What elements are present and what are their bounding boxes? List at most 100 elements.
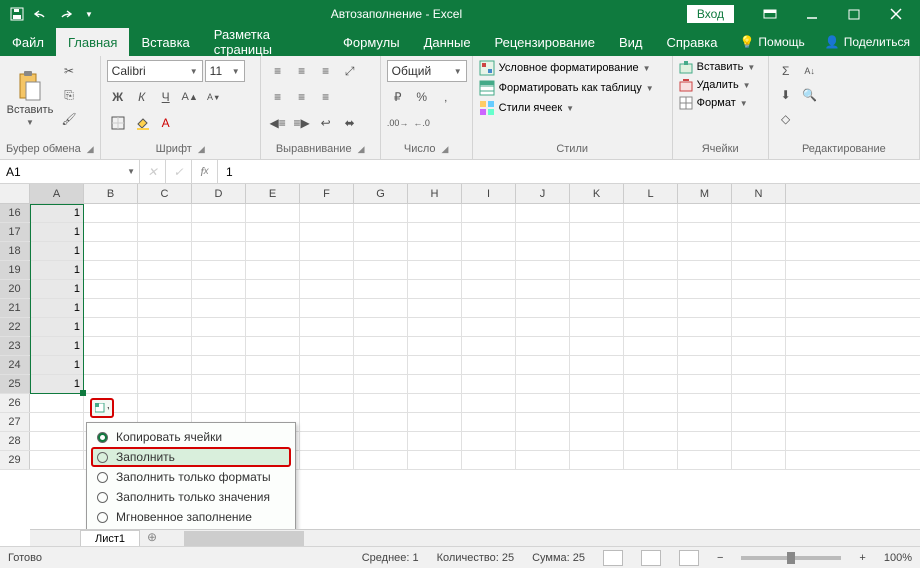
cell[interactable]	[408, 375, 462, 393]
cell[interactable]	[624, 337, 678, 355]
name-box[interactable]: A1▼	[0, 160, 140, 183]
cell[interactable]	[246, 204, 300, 222]
cell[interactable]	[138, 356, 192, 374]
cell[interactable]	[516, 299, 570, 317]
zoom-in-button[interactable]: +	[859, 552, 865, 564]
cell[interactable]	[678, 204, 732, 222]
cell[interactable]	[300, 432, 354, 450]
cell[interactable]	[138, 223, 192, 241]
normal-view-button[interactable]	[603, 550, 623, 566]
cell[interactable]	[516, 204, 570, 222]
cell[interactable]	[732, 223, 786, 241]
column-header[interactable]: H	[408, 184, 462, 203]
row-header[interactable]: 29	[0, 451, 30, 469]
cell[interactable]	[570, 337, 624, 355]
cell[interactable]	[30, 432, 84, 450]
align-right-button[interactable]: ≡	[315, 86, 337, 108]
cell[interactable]	[192, 375, 246, 393]
cell[interactable]	[84, 356, 138, 374]
cell[interactable]	[138, 318, 192, 336]
ribbon-display-icon[interactable]	[750, 0, 790, 28]
percent-button[interactable]: %	[411, 86, 433, 108]
login-button[interactable]: Вход	[687, 5, 734, 23]
merge-button[interactable]: ⬌	[339, 112, 361, 134]
cell[interactable]	[246, 223, 300, 241]
clear-button[interactable]: ◇	[775, 108, 797, 130]
tab-insert[interactable]: Вставка	[129, 28, 201, 56]
share-button[interactable]: 👤Поделиться	[815, 28, 920, 56]
cell[interactable]	[570, 280, 624, 298]
copy-button[interactable]: ⎘	[58, 84, 80, 106]
autofill-option-fill[interactable]: Заполнить	[91, 447, 291, 467]
cell[interactable]	[462, 223, 516, 241]
cell[interactable]	[192, 318, 246, 336]
align-middle-button[interactable]: ≡	[291, 60, 313, 82]
zoom-out-button[interactable]: −	[717, 552, 723, 564]
scroll-thumb[interactable]	[184, 531, 304, 546]
cell[interactable]	[624, 223, 678, 241]
column-header[interactable]: D	[192, 184, 246, 203]
cell[interactable]	[300, 451, 354, 469]
cell[interactable]	[192, 280, 246, 298]
cell[interactable]	[354, 394, 408, 412]
cell[interactable]	[300, 375, 354, 393]
cell[interactable]	[462, 375, 516, 393]
cell[interactable]	[354, 223, 408, 241]
increase-decimal-button[interactable]: .00→	[387, 112, 409, 134]
cell[interactable]: 1	[30, 356, 84, 374]
cell[interactable]	[408, 451, 462, 469]
cell[interactable]	[462, 318, 516, 336]
cell[interactable]	[516, 261, 570, 279]
cell[interactable]	[462, 280, 516, 298]
cell[interactable]	[462, 394, 516, 412]
increase-indent-button[interactable]: ≡▶	[291, 112, 313, 134]
formula-input[interactable]: 1	[218, 160, 920, 183]
cell[interactable]	[300, 242, 354, 260]
cell[interactable]	[624, 394, 678, 412]
minimize-button[interactable]	[792, 0, 832, 28]
cell[interactable]	[354, 242, 408, 260]
cell[interactable]	[246, 375, 300, 393]
cell[interactable]	[138, 337, 192, 355]
row-header[interactable]: 23	[0, 337, 30, 355]
cell[interactable]	[408, 280, 462, 298]
row-header[interactable]: 22	[0, 318, 30, 336]
cell[interactable]	[300, 356, 354, 374]
align-bottom-button[interactable]: ≡	[315, 60, 337, 82]
cell[interactable]	[246, 337, 300, 355]
tab-view[interactable]: Вид	[607, 28, 655, 56]
cell[interactable]	[732, 318, 786, 336]
cell[interactable]	[732, 451, 786, 469]
cell[interactable]	[624, 204, 678, 222]
new-sheet-button[interactable]: ⊕	[140, 530, 164, 546]
cell[interactable]	[516, 223, 570, 241]
cell[interactable]: 1	[30, 299, 84, 317]
cell[interactable]	[732, 242, 786, 260]
tab-review[interactable]: Рецензирование	[483, 28, 607, 56]
cell[interactable]	[300, 223, 354, 241]
cell[interactable]	[516, 242, 570, 260]
cell[interactable]	[246, 318, 300, 336]
page-break-view-button[interactable]	[679, 550, 699, 566]
cell[interactable]	[300, 280, 354, 298]
cell[interactable]	[624, 356, 678, 374]
font-name-combo[interactable]: Calibri▼	[107, 60, 203, 82]
cell[interactable]	[516, 318, 570, 336]
tell-me[interactable]: 💡Помощь	[729, 28, 814, 56]
cell[interactable]	[138, 261, 192, 279]
row-header[interactable]: 27	[0, 413, 30, 431]
cell[interactable]	[84, 299, 138, 317]
cell[interactable]	[192, 299, 246, 317]
cell[interactable]	[678, 375, 732, 393]
align-top-button[interactable]: ≡	[267, 60, 289, 82]
cell[interactable]	[516, 280, 570, 298]
cell[interactable]	[354, 261, 408, 279]
cell[interactable]: 1	[30, 261, 84, 279]
cell[interactable]	[516, 337, 570, 355]
insert-function-icon[interactable]: fx	[192, 160, 218, 183]
cell[interactable]	[516, 451, 570, 469]
column-header[interactable]: L	[624, 184, 678, 203]
column-header[interactable]: J	[516, 184, 570, 203]
cell[interactable]	[516, 394, 570, 412]
cell[interactable]	[570, 204, 624, 222]
